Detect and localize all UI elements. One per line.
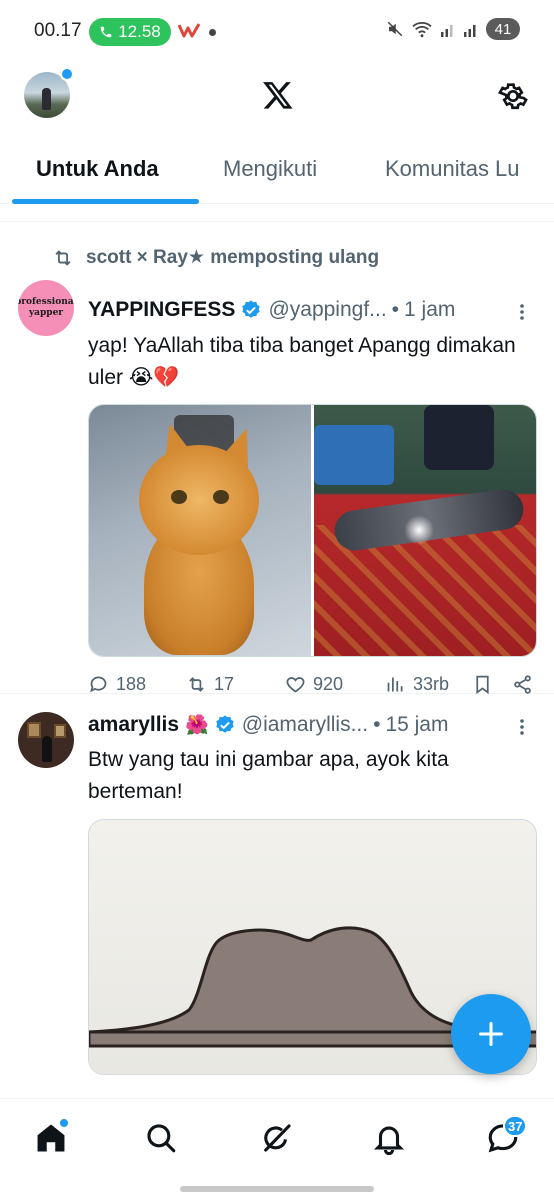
snake-photo[interactable]: [314, 405, 536, 656]
post-header: YAPPINGFESS @yappingf... • 1 jam: [88, 298, 455, 322]
author-avatar[interactable]: professional yapper: [18, 280, 74, 336]
nav-grok[interactable]: [260, 1121, 294, 1155]
author-handle[interactable]: @iamaryllis...: [242, 713, 368, 737]
status-icons: 41: [386, 18, 520, 40]
bookmark-icon: [476, 675, 489, 695]
tab-mengikuti[interactable]: Mengikuti: [223, 156, 317, 182]
post-yappingfess[interactable]: scott × Ray★ memposting ulang profession…: [0, 222, 554, 695]
nav-search[interactable]: [144, 1121, 178, 1155]
feed-tabs: Untuk Anda Mengikuti Komunitas Lu: [0, 148, 554, 204]
nav-notifications[interactable]: [372, 1121, 406, 1156]
author-avatar[interactable]: [18, 712, 74, 768]
plus-icon: [478, 1021, 504, 1047]
reply-button[interactable]: 188: [88, 674, 146, 695]
messages-badge: 37: [503, 1115, 528, 1137]
repost-label: scott × Ray★ memposting ulang: [86, 247, 380, 268]
blue-object-shape: [314, 425, 394, 485]
views-chart-icon: [387, 677, 403, 692]
bottom-navigation: 37: [0, 1098, 554, 1200]
mute-icon: [387, 21, 403, 37]
reply-icon: [90, 676, 107, 693]
hibiscus-emoji: 🌺: [185, 715, 209, 736]
heart-icon: [286, 677, 305, 693]
repost-icon: [189, 677, 204, 692]
post-media[interactable]: [88, 404, 537, 657]
notifications-bell-icon: [373, 1126, 405, 1156]
repost-context: scott × Ray★ memposting ulang: [52, 246, 379, 269]
like-count: 920: [313, 674, 344, 694]
avatar-frame-right: [54, 724, 66, 738]
avatar-figure: [42, 88, 51, 110]
status-time: 00.17: [34, 20, 82, 41]
author-handle[interactable]: @yappingf...: [268, 298, 386, 322]
light-glare: [404, 515, 434, 545]
repost-icon: [55, 249, 71, 266]
views-button[interactable]: 33rb: [385, 674, 449, 695]
settings-gear-icon[interactable]: [497, 80, 529, 112]
avatar-frame-left: [27, 722, 41, 738]
ongoing-call-pill[interactable]: 12.58: [89, 18, 171, 46]
profile-notification-dot: [60, 67, 74, 81]
signal-icon-1: [441, 25, 453, 37]
wifi-icon: [412, 22, 432, 38]
post-time[interactable]: 15 jam: [385, 713, 448, 737]
verified-badge-icon: [216, 715, 234, 733]
more-options-icon[interactable]: [512, 302, 532, 322]
grok-icon: [264, 1124, 291, 1152]
home-notification-dot: [58, 1117, 70, 1129]
system-home-indicator[interactable]: [180, 1186, 374, 1192]
author-name[interactable]: amaryllis: [88, 713, 179, 737]
tab-untuk-anda[interactable]: Untuk Anda: [36, 156, 159, 182]
post-text: yap! YaAllah tiba tiba banget Apangg dim…: [88, 334, 516, 389]
repost-count: 17: [214, 674, 235, 694]
share-icon: [514, 675, 531, 694]
status-bar: 00.17 12.58 41: [0, 0, 554, 62]
app-header: [0, 62, 554, 148]
battery-indicator: 41: [486, 18, 520, 40]
dark-bag-shape: [424, 405, 494, 470]
cat-eye-left: [171, 490, 187, 504]
separator-dot: •: [391, 298, 400, 321]
avatar-figure: [42, 736, 52, 762]
like-button[interactable]: 920: [285, 674, 343, 695]
avatar-text-2: yapper: [28, 308, 64, 318]
post-header: amaryllis 🌺 @iamaryllis... • 15 jam: [88, 713, 448, 737]
phone-icon: [100, 26, 112, 38]
call-duration: 12.58: [118, 22, 161, 41]
cat-head-shape: [139, 445, 259, 555]
more-notifications-dot: [209, 29, 216, 36]
previous-post-edge: [0, 204, 554, 222]
compose-post-button[interactable]: [451, 994, 531, 1074]
cat-eye-right: [213, 490, 229, 504]
tab-komunitas[interactable]: Komunitas Lu: [385, 156, 520, 182]
avatar-text-1: professional: [18, 297, 74, 307]
signal-icon-2: [464, 25, 476, 37]
timeline-feed[interactable]: scott × Ray★ memposting ulang profession…: [0, 204, 554, 1100]
post-time[interactable]: 1 jam: [404, 298, 455, 322]
post-text: Btw yang tau ini gambar apa, ayok kita b…: [88, 748, 449, 803]
search-icon: [147, 1124, 176, 1153]
x-logo-icon[interactable]: [262, 79, 294, 111]
more-options-icon[interactable]: [512, 717, 532, 737]
reply-count: 188: [116, 674, 147, 694]
share-button[interactable]: [512, 674, 533, 695]
views-count: 33rb: [413, 674, 450, 694]
separator-dot: •: [373, 713, 381, 736]
notification-app-icon: [178, 23, 200, 38]
bookmark-button[interactable]: [472, 674, 493, 695]
verified-badge-icon: [242, 300, 261, 318]
cat-photo[interactable]: [89, 405, 311, 656]
author-name[interactable]: YAPPINGFESS: [88, 298, 235, 322]
repost-button[interactable]: 17: [186, 674, 234, 695]
